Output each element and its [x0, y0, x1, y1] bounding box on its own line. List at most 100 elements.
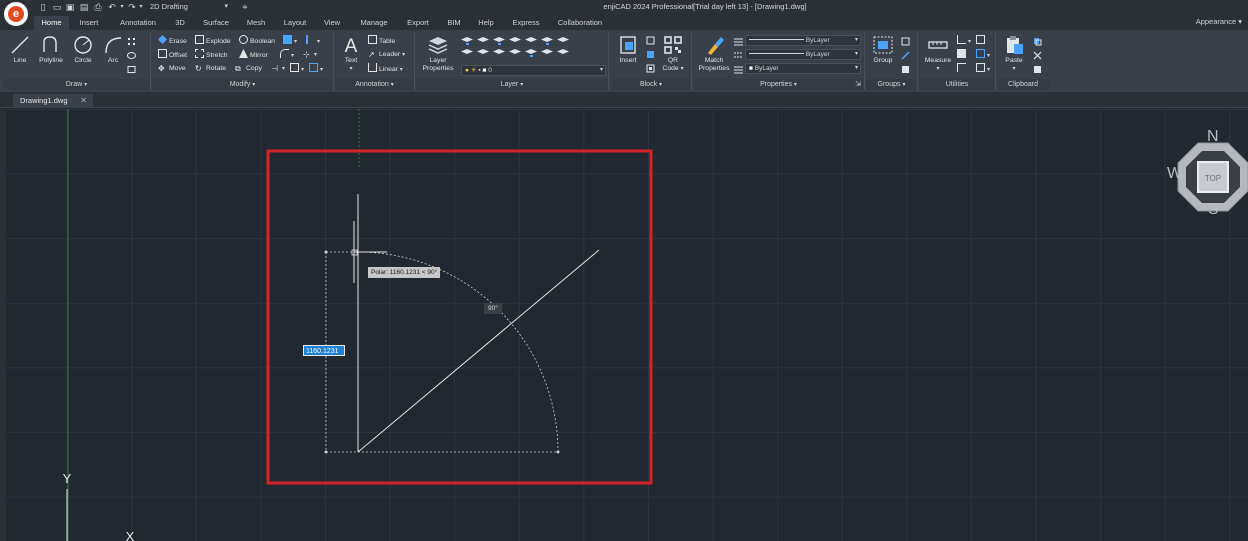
groups-panel-title[interactable]: Groups ▾: [866, 79, 917, 90]
rectangle-icon[interactable]: [127, 65, 136, 74]
save-as-icon[interactable]: ▤: [79, 2, 89, 13]
arc-button[interactable]: Arc: [99, 34, 127, 65]
undo-icon[interactable]: ↶: [107, 2, 117, 13]
appearance-menu[interactable]: Appearance ▾: [1196, 17, 1242, 26]
tab-export[interactable]: Export: [401, 16, 435, 30]
tab-layout[interactable]: Layout: [279, 16, 311, 30]
copy-clip-icon[interactable]: [1033, 37, 1042, 46]
tab-annotation[interactable]: Annotation: [112, 16, 164, 30]
array-button[interactable]: ▾: [283, 35, 297, 47]
calculator-button[interactable]: [957, 49, 968, 61]
tab-home[interactable]: Home: [34, 16, 69, 30]
color-select[interactable]: ■ ByLayer ▾: [745, 63, 861, 74]
app-menu-logo[interactable]: e: [4, 2, 28, 26]
insert-block-button[interactable]: Insert: [613, 34, 643, 65]
ellipse-icon[interactable]: [127, 51, 136, 60]
grip-point[interactable]: [324, 450, 328, 454]
tab-manage[interactable]: Manage: [355, 16, 393, 30]
id-point-button[interactable]: ▾: [957, 35, 971, 47]
open-folder-icon[interactable]: ▭: [52, 2, 62, 13]
layer-panel-title[interactable]: Layer ▾: [416, 79, 608, 90]
ungroup-icon[interactable]: [901, 37, 910, 46]
workspace-select[interactable]: 2D Drafting ▾: [143, 1, 231, 13]
compass-south[interactable]: S: [1208, 201, 1219, 219]
undo-dropdown-icon[interactable]: ▾: [117, 2, 127, 13]
fillet-button[interactable]: ▾: [280, 49, 294, 61]
properties-panel-title[interactable]: Properties ▾ ⇲: [693, 79, 864, 90]
copy-button[interactable]: ⧉ Copy: [235, 63, 262, 75]
compass-west[interactable]: W: [1167, 165, 1182, 183]
quick-select-button[interactable]: ▾: [976, 49, 990, 61]
dynamic-input-field[interactable]: 1160.1231: [303, 345, 345, 356]
paste-button[interactable]: Paste ▾: [999, 34, 1029, 73]
drawing-canvas[interactable]: Y X Polar: 1160.1231 < 90° 90° 1160.1231…: [6, 109, 1248, 541]
modify-panel-title[interactable]: Modify ▾: [152, 79, 333, 90]
text-button[interactable]: A Text ▾: [337, 34, 365, 73]
tab-view[interactable]: View: [319, 16, 345, 30]
clipboard-panel-title[interactable]: Clipboard: [997, 79, 1049, 90]
tab-surface[interactable]: Surface: [199, 16, 233, 30]
document-tab[interactable]: Drawing1.dwg ✕: [13, 94, 93, 108]
table-button[interactable]: Table: [368, 35, 395, 47]
scissors-icon[interactable]: [1033, 51, 1042, 60]
offset-button[interactable]: Offset: [158, 49, 187, 61]
align-button[interactable]: ▾: [306, 35, 320, 47]
point-grid-icon[interactable]: [127, 37, 136, 46]
print-icon[interactable]: ⎙: [93, 2, 103, 13]
grip-point[interactable]: [324, 250, 328, 254]
list-button[interactable]: [976, 35, 987, 47]
join-button[interactable]: ▾: [309, 63, 323, 75]
layer-properties-button[interactable]: Layer Properties: [419, 34, 457, 73]
line-button[interactable]: Line: [6, 34, 34, 65]
distance-button[interactable]: ▾: [976, 63, 990, 75]
measure-button[interactable]: Measure ▾: [921, 34, 955, 73]
mirror-button[interactable]: Mirror: [239, 49, 268, 61]
linear-dimension-button[interactable]: Linear ▾: [368, 63, 403, 75]
erase-button[interactable]: Erase: [158, 35, 187, 47]
insert-block-icon: [620, 36, 636, 54]
compass-north[interactable]: N: [1207, 128, 1219, 146]
draw-panel-title[interactable]: Draw ▾: [3, 79, 150, 90]
match-properties-button[interactable]: Match Properties: [695, 34, 733, 73]
break-button[interactable]: ⊣ ▾: [271, 63, 285, 75]
explode-button[interactable]: Explode: [195, 35, 231, 47]
group-edit-icon[interactable]: [901, 51, 910, 60]
leader-button[interactable]: ↗ Leader ▾: [368, 49, 405, 61]
tab-express[interactable]: Express: [507, 16, 545, 30]
polyline-button[interactable]: Polyline: [34, 34, 68, 65]
lineweight-select[interactable]: ByLayer ▾: [745, 49, 861, 60]
utilities-panel-title[interactable]: Utilities: [919, 79, 995, 90]
tab-bim[interactable]: BIM: [443, 16, 465, 30]
stretch-button[interactable]: Stretch: [195, 49, 228, 61]
area-button[interactable]: [957, 63, 968, 75]
block-panel-title[interactable]: Block ▾: [611, 79, 691, 90]
panel-launcher-icon[interactable]: ⇲: [855, 79, 861, 90]
tab-mesh[interactable]: Mesh: [242, 16, 270, 30]
new-file-icon[interactable]: ▯: [38, 2, 48, 13]
tab-collaboration[interactable]: Collaboration: [552, 16, 608, 30]
circle-button[interactable]: Circle: [69, 34, 97, 65]
rotate-button[interactable]: ↻ Rotate: [195, 63, 226, 75]
customize-toolbar-icon[interactable]: ≑: [240, 2, 250, 13]
block-attribute-icon[interactable]: [646, 36, 655, 45]
close-icon[interactable]: ✕: [80, 94, 87, 108]
layer-select[interactable]: ● ☀ ▪ ■ 0 ▾: [461, 65, 606, 76]
scale-button[interactable]: ▾: [290, 63, 304, 75]
trim-button[interactable]: ⊹ ▾: [303, 49, 317, 61]
qr-code-button[interactable]: QR Code ▾: [658, 34, 688, 73]
layer-tools-icon-row[interactable]: [461, 35, 601, 59]
create-block-icon[interactable]: [646, 64, 655, 73]
tab-insert[interactable]: Insert: [73, 16, 105, 30]
group-button[interactable]: Group: [868, 34, 898, 65]
group-select-icon[interactable]: [901, 65, 910, 74]
view-cube[interactable]: TOP N S W E: [1167, 128, 1248, 223]
annotation-panel-title[interactable]: Annotation ▾: [335, 79, 414, 90]
boolean-button[interactable]: Boolean: [239, 35, 275, 47]
save-icon[interactable]: ▣: [65, 2, 75, 13]
linetype-select[interactable]: ByLayer ▾: [745, 35, 861, 46]
edit-block-icon[interactable]: [646, 50, 655, 59]
tab-help[interactable]: Help: [474, 16, 498, 30]
tab-3d[interactable]: 3D: [169, 16, 191, 30]
copy-base-icon[interactable]: [1033, 65, 1042, 74]
move-button[interactable]: ✥ Move: [158, 63, 186, 75]
